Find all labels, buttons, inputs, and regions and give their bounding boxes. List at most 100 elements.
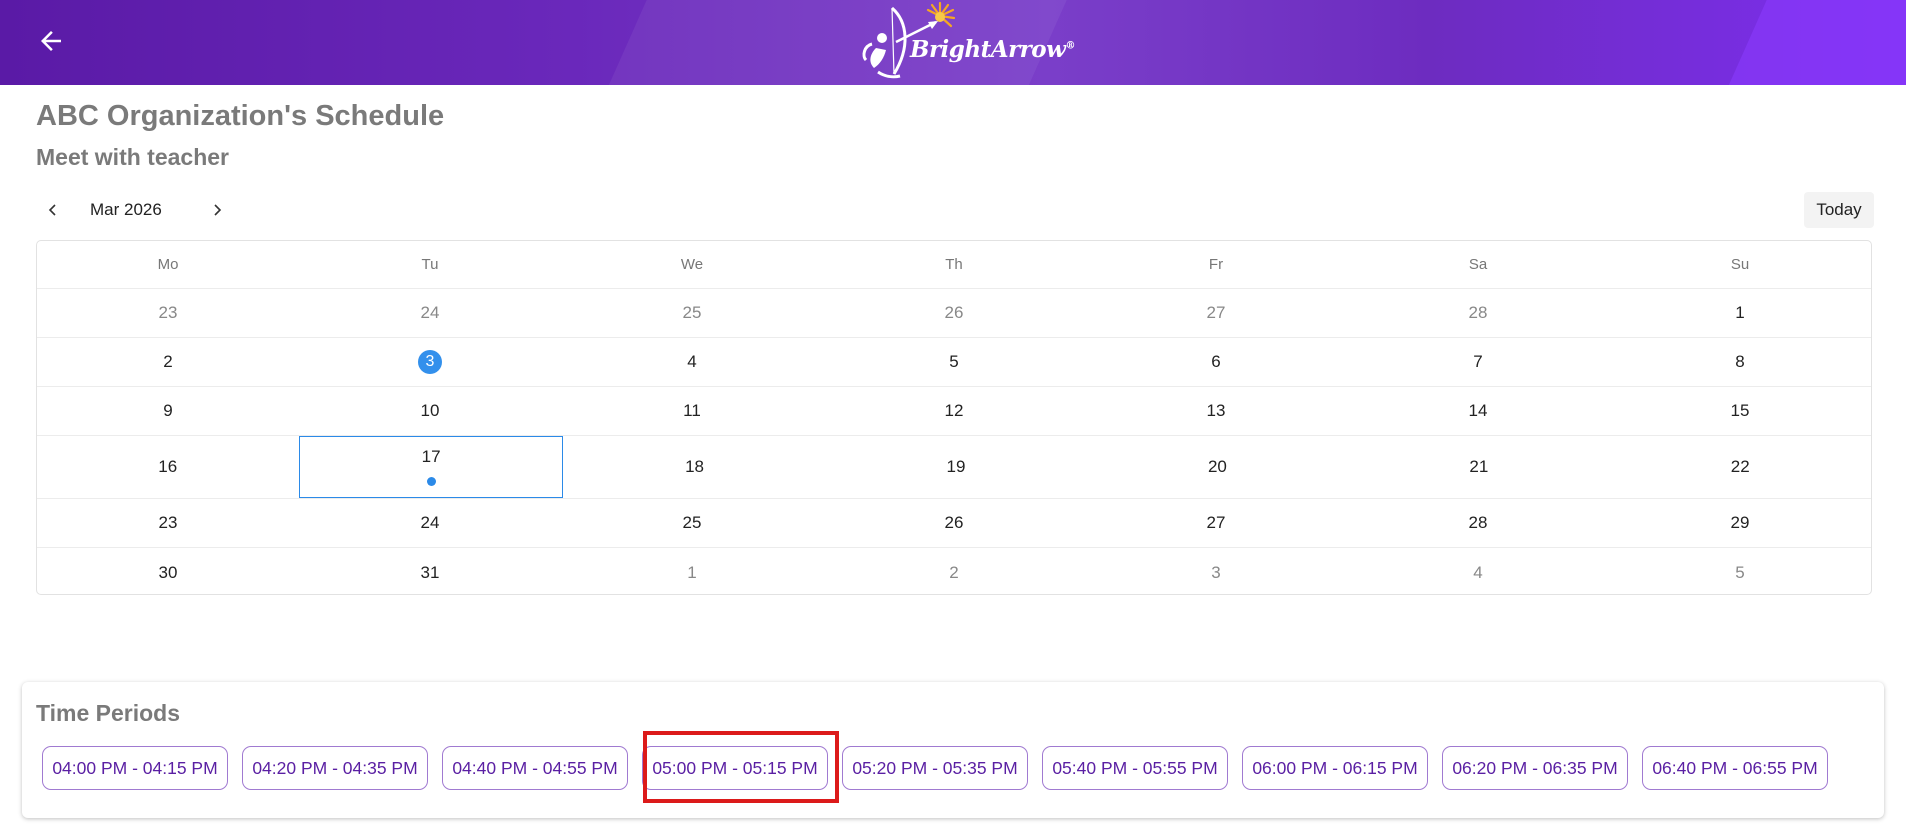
calendar-day-cell[interactable]: 26 [823, 499, 1085, 547]
day-number: 25 [682, 513, 702, 532]
time-slot-button[interactable]: 06:20 PM - 06:35 PM [1442, 746, 1628, 790]
calendar-day-cell[interactable]: 2 [37, 338, 299, 386]
weekday-label: Th [945, 256, 963, 273]
back-button[interactable] [30, 20, 72, 62]
weekday-label: We [680, 256, 704, 273]
next-month-button[interactable] [200, 196, 234, 224]
day-number: 26 [944, 303, 964, 322]
day-number: 19 [946, 457, 966, 476]
day-number: 16 [158, 457, 178, 476]
arrow-left-icon [41, 31, 61, 51]
calendar-day-cell[interactable]: 27 [1085, 499, 1347, 547]
day-number: 4 [687, 352, 697, 371]
calendar-day-cell[interactable]: 6 [1085, 338, 1347, 386]
calendar-week-row: 23 24 25 26 27 28 1 [37, 289, 1871, 338]
calendar-day-cell[interactable]: 12 [823, 387, 1085, 435]
calendar-day-cell[interactable]: 23 [37, 289, 299, 337]
weekday-label: Su [1730, 256, 1750, 273]
calendar-day-cell[interactable]: 3 [1085, 548, 1347, 597]
calendar-day-cell[interactable]: 26 [823, 289, 1085, 337]
day-number: 5 [949, 352, 959, 371]
calendar-day-cell[interactable]: 20 [1087, 436, 1348, 498]
day-number: 4 [1473, 562, 1483, 582]
time-slot-button[interactable]: 05:00 PM - 05:15 PM [642, 746, 828, 790]
calendar-week-row: 23 24 25 26 27 28 29 [37, 499, 1871, 548]
day-number: 24 [420, 303, 440, 322]
day-number: 13 [1206, 401, 1226, 420]
calendar-day-selected[interactable]: 17 [299, 436, 563, 498]
calendar-day-cell[interactable]: 22 [1610, 436, 1871, 498]
time-slot-button[interactable]: 06:00 PM - 06:15 PM [1242, 746, 1428, 790]
day-number: 23 [158, 303, 178, 322]
previous-month-button[interactable] [36, 196, 70, 224]
calendar-day-cell[interactable]: 11 [561, 387, 823, 435]
day-number: 27 [1206, 513, 1226, 532]
calendar-day-cell[interactable]: 14 [1347, 387, 1609, 435]
page-subtitle: Meet with teacher [36, 144, 229, 170]
calendar-day-cell[interactable]: 24 [299, 499, 561, 547]
calendar-day-cell[interactable]: 18 [564, 436, 825, 498]
day-number: 28 [1468, 303, 1488, 322]
time-slot-button[interactable]: 06:40 PM - 06:55 PM [1642, 746, 1828, 790]
weekday-label: Sa [1468, 256, 1488, 273]
time-slot-list: 04:00 PM - 04:15 PM 04:20 PM - 04:35 PM 04… [42, 746, 1828, 790]
weekday-label: Tu [421, 256, 439, 273]
time-slot-button[interactable]: 04:40 PM - 04:55 PM [442, 746, 628, 790]
calendar-day-cell[interactable]: 5 [823, 338, 1085, 386]
time-slot-button[interactable]: 04:00 PM - 04:15 PM [42, 746, 228, 790]
day-number: 15 [1730, 401, 1750, 420]
day-number: 5 [1735, 562, 1745, 582]
weekday-header: Mo Tu We Th Fr Sa Su [37, 241, 1871, 289]
day-number: 26 [944, 513, 964, 532]
weekday-label: Mo [157, 256, 179, 273]
calendar-day-cell[interactable]: 16 [37, 436, 298, 498]
calendar-day-today[interactable]: 3 [299, 338, 561, 386]
calendar-day-cell[interactable]: 5 [1609, 548, 1871, 597]
time-slot-button[interactable]: 05:40 PM - 05:55 PM [1042, 746, 1228, 790]
time-periods-panel: Time Periods 04:00 PM - 04:15 PM 04:20 PM… [22, 682, 1884, 818]
chevron-right-icon [214, 204, 222, 216]
logo-text: BrightArrow® [910, 36, 1075, 63]
calendar-day-cell[interactable]: 19 [825, 436, 1086, 498]
calendar-day-cell[interactable]: 30 [37, 548, 299, 597]
month-calendar: Mo Tu We Th Fr Sa Su 23 24 25 26 27 28 1 2 3 4 5 6 7 8 9 10 11… [36, 240, 1872, 595]
calendar-day-cell[interactable]: 15 [1609, 387, 1871, 435]
calendar-day-cell[interactable]: 24 [299, 289, 561, 337]
calendar-day-cell[interactable]: 25 [561, 289, 823, 337]
calendar-day-cell[interactable]: 13 [1085, 387, 1347, 435]
today-button[interactable]: Today [1804, 192, 1874, 228]
day-number: 24 [420, 513, 440, 532]
calendar-navigation: Mar 2026 Today [36, 190, 1874, 230]
day-number: 12 [944, 401, 964, 420]
calendar-day-cell[interactable]: 1 [1609, 289, 1871, 337]
event-dot-icon [426, 477, 436, 486]
calendar-day-cell[interactable]: 27 [1085, 289, 1347, 337]
calendar-week-row: 2 3 4 5 6 7 8 [37, 338, 1871, 387]
calendar-day-cell[interactable]: 8 [1609, 338, 1871, 386]
day-number: 29 [1730, 513, 1750, 532]
weekday-label: Fr [1208, 256, 1224, 273]
day-number: 18 [685, 457, 705, 476]
calendar-day-cell[interactable]: 9 [37, 387, 299, 435]
header-decoration [1695, 0, 1906, 85]
calendar-day-cell[interactable]: 25 [561, 499, 823, 547]
calendar-day-cell[interactable]: 4 [561, 338, 823, 386]
calendar-day-cell[interactable]: 28 [1347, 289, 1609, 337]
time-slot-button[interactable]: 04:20 PM - 04:35 PM [242, 746, 428, 790]
day-number: 27 [1206, 303, 1226, 322]
calendar-day-cell[interactable]: 2 [823, 548, 1085, 597]
calendar-day-cell[interactable]: 28 [1347, 499, 1609, 547]
calendar-day-cell[interactable]: 4 [1347, 548, 1609, 597]
calendar-day-cell[interactable]: 7 [1347, 338, 1609, 386]
calendar-day-cell[interactable]: 1 [561, 548, 823, 597]
time-slot-button[interactable]: 05:20 PM - 05:35 PM [842, 746, 1028, 790]
calendar-day-cell[interactable]: 10 [299, 387, 561, 435]
calendar-day-cell[interactable]: 21 [1348, 436, 1609, 498]
calendar-day-cell[interactable]: 31 [299, 548, 561, 597]
app-header: BrightArrow® [0, 0, 1906, 85]
day-number: 3 [1211, 562, 1221, 582]
time-periods-title: Time Periods [36, 700, 181, 726]
day-number: 28 [1468, 513, 1488, 532]
calendar-day-cell[interactable]: 23 [37, 499, 299, 547]
calendar-day-cell[interactable]: 29 [1609, 499, 1871, 547]
